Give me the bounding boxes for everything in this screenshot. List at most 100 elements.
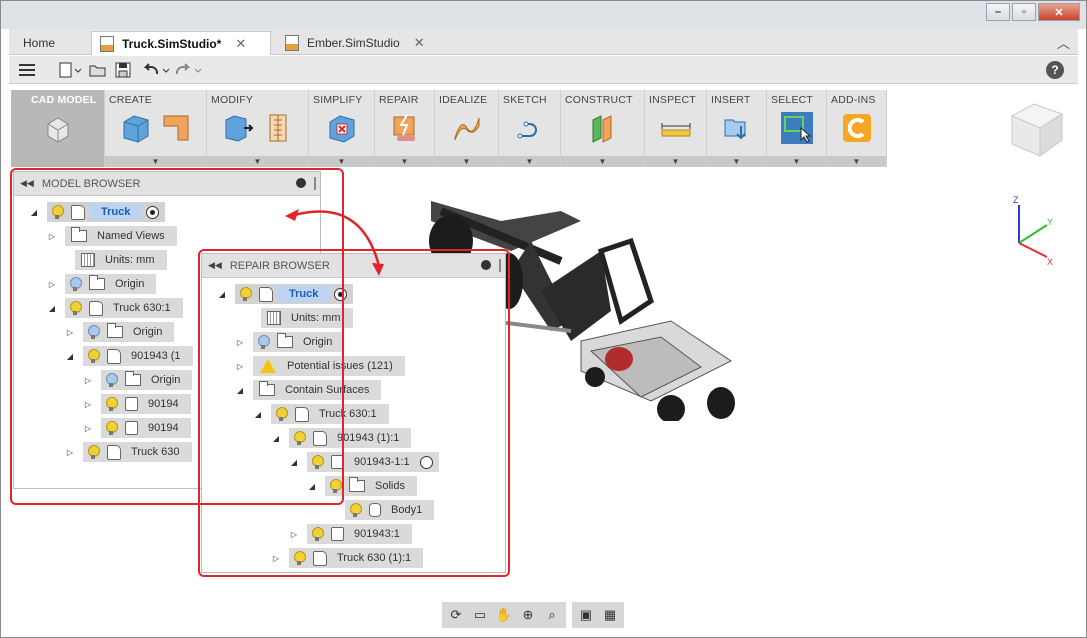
- ribbon-group-cad-model[interactable]: CAD MODEL: [11, 90, 105, 167]
- ribbon-group-label: INSERT: [711, 94, 751, 106]
- split-body-icon[interactable]: [262, 112, 294, 144]
- view-cube[interactable]: [1004, 98, 1070, 162]
- cad-model-icon: [47, 117, 68, 143]
- axis-z-label: Z: [1013, 195, 1019, 205]
- nav-group-display: ▣ ▦: [572, 602, 624, 628]
- ribbon-group-modify[interactable]: MODIFY ▼: [207, 90, 309, 167]
- title-bar: – ▫ ✕: [1, 1, 1086, 29]
- ribbon-group-label: ADD-INS: [831, 94, 876, 106]
- modify-icons: [207, 112, 308, 144]
- simplify-dropdown[interactable]: ▼: [309, 156, 374, 167]
- plane-icon[interactable]: [587, 112, 619, 144]
- construct-icons: [561, 112, 644, 144]
- ribbon-group-repair[interactable]: REPAIR ▼: [375, 90, 435, 167]
- ribbon-group-sketch[interactable]: SKETCH ▼: [499, 90, 561, 167]
- add-ins-dropdown[interactable]: ▼: [827, 156, 886, 167]
- add-ins-icons: [827, 112, 886, 144]
- midsurface-icon[interactable]: [451, 112, 483, 144]
- ribbon-group-label: IDEALIZE: [439, 94, 488, 106]
- inspect-icons: [645, 112, 706, 144]
- ribbon-group-inspect[interactable]: INSPECT ▼: [645, 90, 707, 167]
- document-icon: [100, 35, 114, 52]
- select-dropdown[interactable]: ▼: [767, 156, 826, 167]
- ribbon-group-idealize[interactable]: IDEALIZE ▼: [435, 90, 499, 167]
- tab-truck[interactable]: Truck.SimStudio* ✕: [91, 31, 271, 55]
- save-icon[interactable]: [115, 61, 131, 79]
- ribbon-group-label: CONSTRUCT: [565, 94, 633, 106]
- menu-icon[interactable]: [19, 61, 35, 79]
- grid-settings-icon[interactable]: ▦: [600, 606, 620, 624]
- insert-dropdown[interactable]: ▼: [707, 156, 766, 167]
- box-icon[interactable]: [120, 112, 152, 144]
- inspect-dropdown[interactable]: ▼: [645, 156, 706, 167]
- ribbon-group-select[interactable]: SELECT ▼: [767, 90, 827, 167]
- axis-x-label: X: [1047, 257, 1053, 267]
- fit-icon[interactable]: ⌕: [542, 606, 562, 624]
- extrude-icon[interactable]: [160, 112, 192, 144]
- quick-access-toolbar: ?: [9, 56, 1078, 84]
- pan-hand-icon[interactable]: ✋: [494, 606, 514, 624]
- ribbon-group-label: MODIFY: [211, 94, 254, 106]
- new-file-icon[interactable]: [59, 61, 83, 79]
- insert-icon[interactable]: [721, 112, 753, 144]
- look-at-icon[interactable]: ▭: [470, 606, 490, 624]
- repair-browser-highlight: [198, 249, 510, 577]
- ribbon-group-label: SIMPLIFY: [313, 94, 363, 106]
- tab-ember-label: Ember.SimStudio: [307, 36, 400, 50]
- cad-model-icons: [11, 112, 104, 144]
- tab-truck-close-icon[interactable]: ✕: [235, 36, 246, 52]
- tab-ember[interactable]: Ember.SimStudio ✕: [277, 31, 425, 55]
- simplify-icons: [309, 112, 374, 144]
- repair-dropdown[interactable]: ▼: [375, 156, 434, 167]
- ribbon-group-insert[interactable]: INSERT ▼: [707, 90, 767, 167]
- ribbon-group-label: SELECT: [771, 94, 814, 106]
- ribbon-group-label: SKETCH: [503, 94, 547, 106]
- idealize-dropdown[interactable]: ▼: [435, 156, 498, 167]
- add-ins-icon[interactable]: [841, 112, 873, 144]
- ribbon-group-label: REPAIR: [379, 94, 419, 106]
- press-pull-icon[interactable]: [222, 112, 254, 144]
- close-window-button[interactable]: ✕: [1038, 3, 1080, 21]
- select-icon[interactable]: [780, 112, 813, 144]
- insert-icons: [707, 112, 766, 144]
- tab-home-label: Home: [23, 36, 56, 50]
- repair-icons: [375, 112, 434, 144]
- tab-truck-label: Truck.SimStudio*: [122, 36, 222, 51]
- select-icons: [767, 112, 826, 144]
- ribbon-group-label: INSPECT: [649, 94, 696, 106]
- document-tab-bar: Home Truck.SimStudio* ✕ Ember.SimStudio …: [9, 29, 1078, 55]
- chevron-up-icon[interactable]: ︿: [1057, 33, 1070, 52]
- sketch-dropdown[interactable]: ▼: [499, 156, 560, 167]
- nav-group-view: ⟳ ▭ ✋ ⊕ ⌕: [442, 602, 566, 628]
- ribbon-group-create[interactable]: CREATE ▼: [105, 90, 207, 167]
- idealize-icons: [435, 112, 498, 144]
- ribbon-group-simplify[interactable]: SIMPLIFY ▼: [309, 90, 375, 167]
- create-dropdown[interactable]: ▼: [105, 156, 206, 167]
- remove-features-icon[interactable]: [326, 112, 358, 144]
- axis-y-label: Y: [1047, 217, 1053, 227]
- minimize-button[interactable]: –: [986, 3, 1010, 21]
- ribbon-group-label: CAD MODEL: [31, 94, 97, 106]
- document-icon: [285, 35, 299, 51]
- tab-home[interactable]: Home: [23, 31, 55, 55]
- repair-tool-icon[interactable]: [389, 112, 421, 144]
- application-window: – ▫ ✕ Home Truck.SimStudio* ✕ Ember.SimS…: [0, 0, 1087, 638]
- navigation-bar: ⟳ ▭ ✋ ⊕ ⌕ ▣ ▦: [442, 602, 624, 628]
- sketch-icons: [499, 112, 560, 144]
- zoom-icon[interactable]: ⊕: [518, 606, 538, 624]
- modify-dropdown[interactable]: ▼: [207, 156, 308, 167]
- ribbon-group-add-ins[interactable]: ADD-INS ▼: [827, 90, 887, 167]
- redo-icon[interactable]: [175, 61, 205, 79]
- display-settings-icon[interactable]: ▣: [576, 606, 596, 624]
- undo-icon[interactable]: [143, 61, 173, 79]
- orbit-icon[interactable]: ⟳: [446, 606, 466, 624]
- annotation-arrow-icon: [285, 209, 384, 276]
- sketch-arc-icon[interactable]: [514, 112, 546, 144]
- tab-ember-close-icon[interactable]: ✕: [414, 35, 425, 51]
- ribbon-group-construct[interactable]: CONSTRUCT ▼: [561, 90, 645, 167]
- measure-icon[interactable]: [660, 112, 692, 144]
- construct-dropdown[interactable]: ▼: [561, 156, 644, 167]
- open-folder-icon[interactable]: [89, 61, 107, 79]
- restore-button[interactable]: ▫: [1012, 3, 1036, 21]
- help-icon[interactable]: ?: [1046, 61, 1064, 79]
